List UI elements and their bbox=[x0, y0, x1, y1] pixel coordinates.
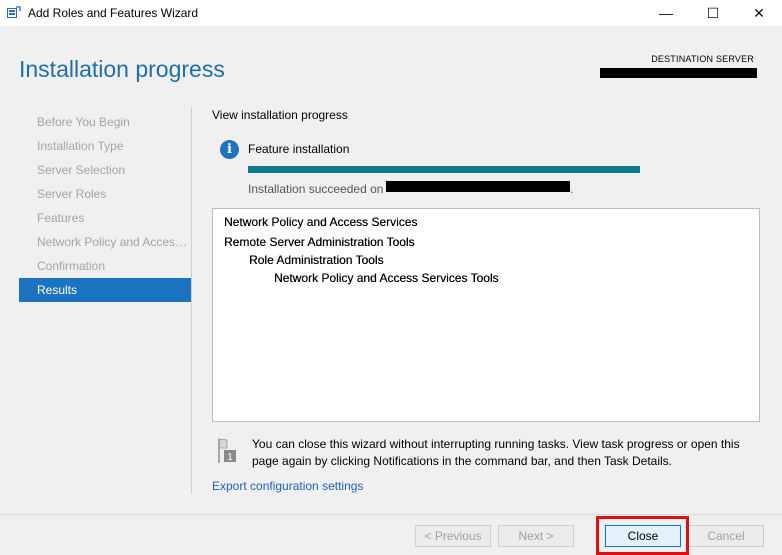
nav-item-server-roles[interactable]: Server Roles bbox=[19, 182, 191, 206]
installation-status-suffix: . bbox=[570, 182, 574, 196]
close-wizard-note: You can close this wizard without interr… bbox=[252, 437, 740, 468]
next-button[interactable]: Next > bbox=[498, 525, 574, 547]
notification-badge: 1 bbox=[227, 452, 233, 462]
nav-divider bbox=[191, 107, 192, 494]
feature-installation-label: Feature installation bbox=[248, 142, 350, 156]
close-button[interactable]: Close bbox=[605, 525, 681, 547]
nav-item-installation-type[interactable]: Installation Type bbox=[19, 134, 191, 158]
nav-item-confirmation[interactable]: Confirmation bbox=[19, 254, 191, 278]
wizard-footer: < Previous Next > Close Cancel bbox=[0, 514, 782, 555]
server-manager-icon bbox=[7, 6, 21, 18]
nav-item-before-you-begin[interactable]: Before You Begin bbox=[19, 110, 191, 134]
cancel-button[interactable]: Cancel bbox=[688, 525, 764, 547]
result-item: Role Administration Tools bbox=[249, 253, 384, 267]
installation-status-text: Installation succeeded on bbox=[248, 182, 384, 196]
page-title: Installation progress bbox=[19, 56, 225, 82]
close-window-button[interactable]: ✕ bbox=[736, 0, 782, 26]
nav-item-results[interactable]: Results bbox=[19, 278, 191, 302]
server-name-redacted bbox=[386, 181, 570, 192]
nav-item-network-policy-and-access-ser[interactable]: Network Policy and Access Ser... bbox=[19, 230, 191, 254]
result-item: Remote Server Administration Tools bbox=[224, 235, 415, 249]
nav-item-features[interactable]: Features bbox=[19, 206, 191, 230]
previous-button[interactable]: < Previous bbox=[415, 525, 491, 547]
info-icon: i bbox=[220, 140, 239, 159]
nav-item-server-selection[interactable]: Server Selection bbox=[19, 158, 191, 182]
minimize-button[interactable]: — bbox=[643, 0, 689, 26]
results-list: Network Policy and Access Services Remote… bbox=[212, 208, 760, 422]
title-bar: Add Roles and Features Wizard — ☐ ✕ bbox=[0, 0, 782, 26]
section-title: View installation progress bbox=[212, 108, 348, 122]
result-item: Network Policy and Access Services bbox=[224, 215, 418, 229]
notification-badge-count: 1 bbox=[227, 452, 233, 462]
result-item: Network Policy and Access Services Tools bbox=[274, 271, 499, 285]
progress-bar-fill bbox=[248, 166, 640, 173]
export-configuration-link[interactable]: Export configuration settings bbox=[212, 479, 363, 493]
window-title: Add Roles and Features Wizard bbox=[28, 6, 199, 20]
destination-server-redacted bbox=[600, 68, 757, 78]
wizard-nav: Before You Begin Installation Type Server … bbox=[19, 110, 191, 302]
destination-server-label: DESTINATION SERVER bbox=[651, 54, 754, 64]
maximize-button[interactable]: ☐ bbox=[690, 0, 736, 26]
wizard-content: Before You Begin Installation Type Server … bbox=[0, 94, 782, 514]
wizard-header: Installation progress DESTINATION SERVER bbox=[0, 26, 782, 94]
installation-progress-bar bbox=[248, 166, 640, 173]
